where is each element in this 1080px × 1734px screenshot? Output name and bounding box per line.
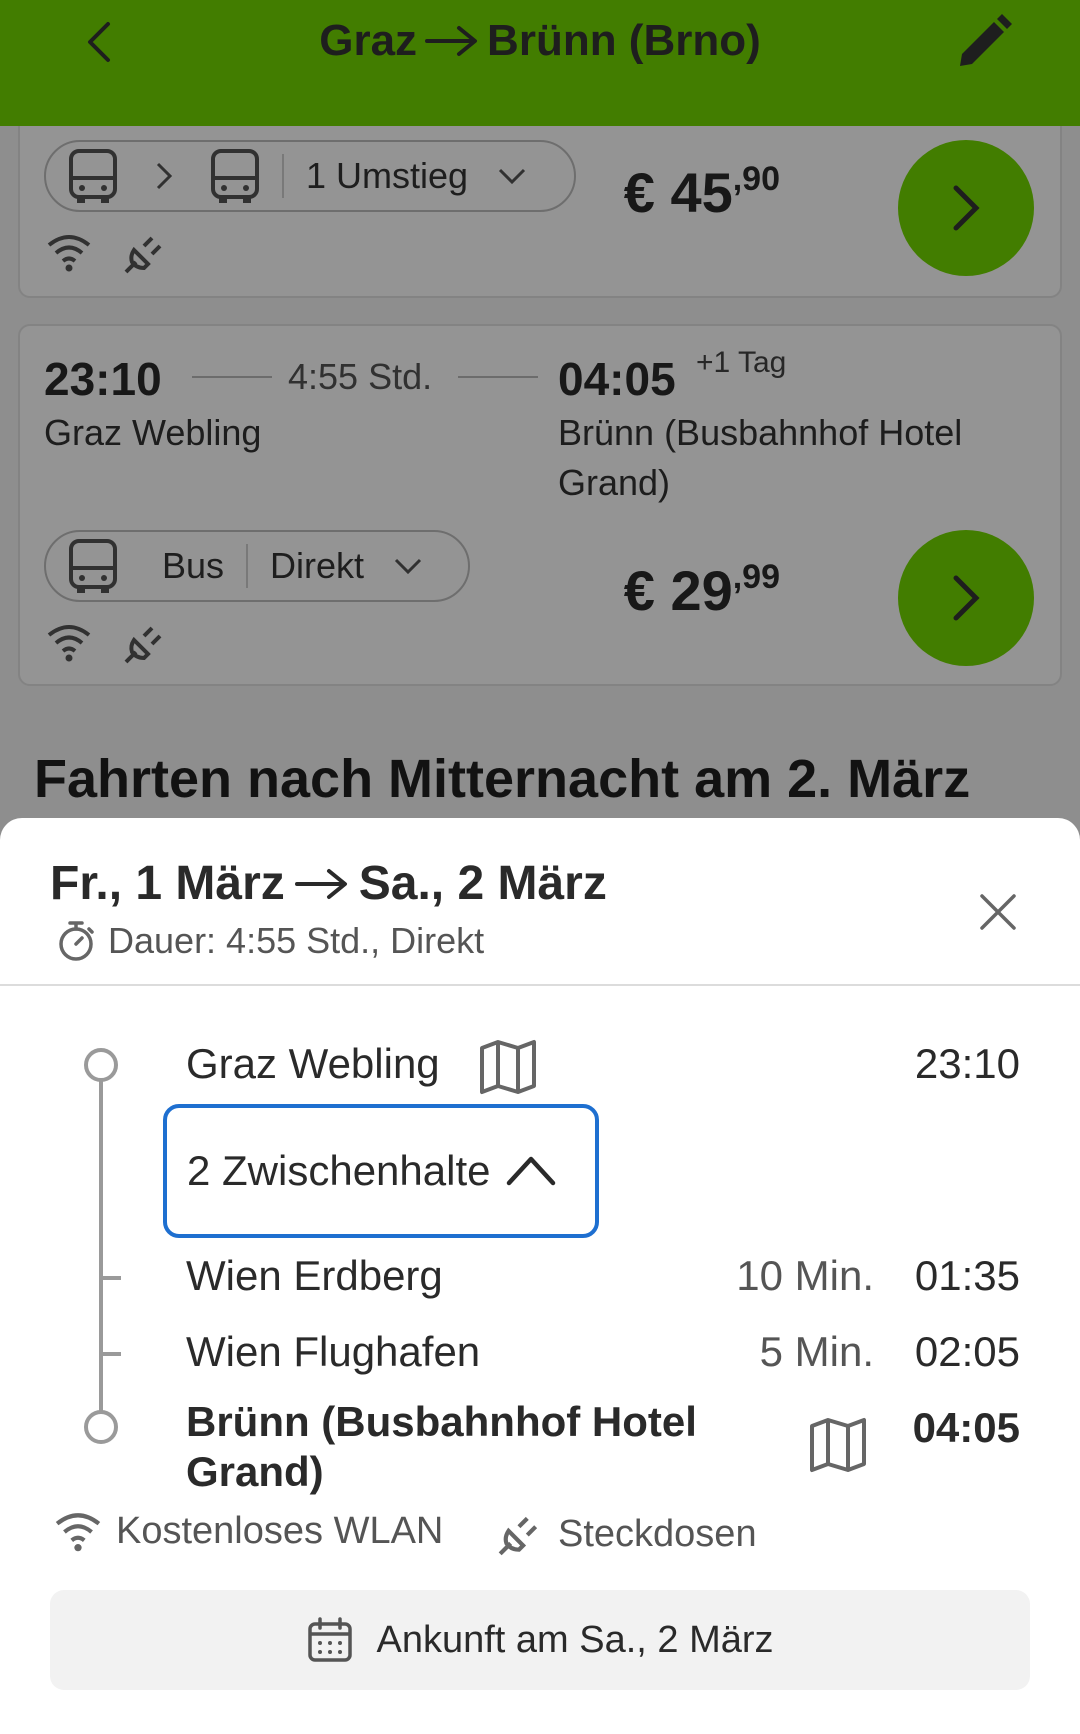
- map-icon[interactable]: [478, 1038, 538, 1096]
- sheet-title: Fr., 1 März Sa., 2 März: [50, 856, 607, 911]
- stop-node: [84, 1410, 118, 1444]
- stop-name-line1: Brünn (Busbahnhof Hotel: [186, 1398, 697, 1445]
- plug-icon: [498, 1516, 538, 1556]
- wifi-icon: [55, 1512, 101, 1551]
- from-date: Fr., 1 März: [50, 857, 285, 910]
- stop-node: [84, 1048, 118, 1082]
- stop-time: 02:05: [914, 1328, 1020, 1375]
- stop-time: 01:35: [914, 1252, 1020, 1299]
- stop-tick: [103, 1276, 121, 1280]
- stop-time: 23:10: [914, 1040, 1020, 1087]
- stop-name: Graz Webling: [186, 1040, 440, 1087]
- stop-name: Wien Erdberg: [186, 1252, 443, 1299]
- map-icon[interactable]: [808, 1416, 868, 1474]
- intermediate-stops-toggle[interactable]: 2 Zwischenhalte: [163, 1104, 599, 1238]
- stop-name: Wien Flughafen: [186, 1328, 481, 1375]
- stop-dwell-time: 10 Min.: [736, 1252, 874, 1299]
- arrival-note: Ankunft am Sa., 2 März: [50, 1590, 1030, 1690]
- amenity-label: Steckdosen: [558, 1512, 757, 1555]
- timer-icon: [59, 921, 94, 961]
- chevron-up-icon: [506, 1156, 555, 1186]
- stop-name-line2: Grand): [186, 1448, 324, 1495]
- amenity-power: Steckdosen: [496, 1510, 757, 1558]
- amenity-label: Kostenloses WLAN: [116, 1510, 444, 1552]
- stop-dwell-time: 5 Min.: [759, 1328, 874, 1375]
- close-icon[interactable]: [974, 888, 1022, 936]
- stop-tick: [103, 1352, 121, 1356]
- calendar-icon: [308, 1617, 353, 1662]
- sheet-header: Fr., 1 März Sa., 2 März Dauer: 4:55 Std.…: [0, 818, 1080, 986]
- amenity-wifi: Kostenloses WLAN: [54, 1510, 443, 1553]
- route-line: [99, 1080, 103, 1426]
- trip-summary: Dauer: 4:55 Std., Direkt: [108, 920, 485, 961]
- stops-toggle-label: 2 Zwischenhalte: [187, 1147, 491, 1194]
- arrow-right-icon: [294, 868, 347, 899]
- sheet-subtitle: Dauer: 4:55 Std., Direkt: [56, 920, 484, 962]
- to-date: Sa., 2 März: [358, 857, 607, 910]
- stop-time: 04:05: [912, 1404, 1020, 1451]
- arrival-label: Ankunft am Sa., 2 März: [376, 1618, 774, 1661]
